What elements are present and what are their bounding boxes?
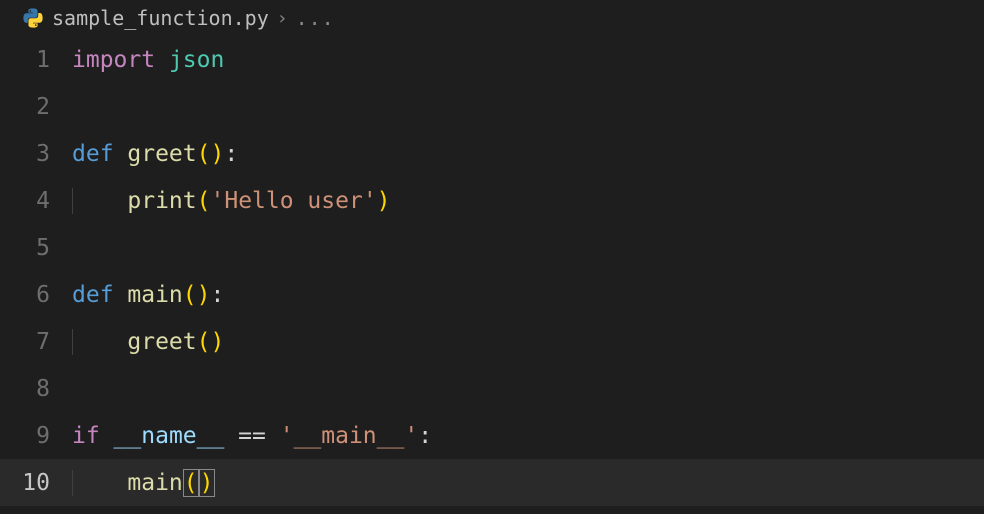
bracket-match: (: [183, 469, 199, 497]
chevron-right-icon: ›: [277, 8, 288, 29]
indent-guide: [72, 470, 73, 496]
code-content[interactable]: def main():: [72, 271, 224, 318]
code-content[interactable]: greet(): [72, 318, 224, 365]
code-content[interactable]: if __name__ == '__main__':: [72, 412, 432, 459]
code-content[interactable]: print('Hello user'): [72, 177, 391, 224]
code-content[interactable]: def greet():: [72, 130, 238, 177]
line-number: 10: [0, 470, 72, 496]
bracket-match: ): [199, 469, 215, 497]
code-line[interactable]: 5: [0, 224, 984, 271]
code-line[interactable]: 7 greet(): [0, 318, 984, 365]
code-line[interactable]: 2: [0, 83, 984, 130]
code-line[interactable]: 4 print('Hello user'): [0, 177, 984, 224]
code-line[interactable]: 8: [0, 365, 984, 412]
line-number: 2: [0, 94, 72, 120]
code-editor[interactable]: 1 import json 2 3 def greet(): 4 print('…: [0, 34, 984, 506]
python-file-icon: [22, 7, 44, 29]
breadcrumb-symbol[interactable]: ...: [296, 6, 335, 30]
code-content[interactable]: main(): [72, 459, 215, 506]
line-number: 9: [0, 423, 72, 449]
indent-guide: [72, 188, 73, 214]
code-line[interactable]: 10 main(): [0, 459, 984, 506]
line-number: 8: [0, 376, 72, 402]
code-line[interactable]: 9 if __name__ == '__main__':: [0, 412, 984, 459]
line-number: 5: [0, 235, 72, 261]
line-number: 1: [0, 47, 72, 73]
code-line[interactable]: 1 import json: [0, 36, 984, 83]
indent-guide: [72, 329, 73, 355]
line-number: 6: [0, 282, 72, 308]
breadcrumb[interactable]: sample_function.py › ...: [0, 0, 984, 34]
code-content[interactable]: import json: [72, 36, 224, 83]
line-number: 4: [0, 188, 72, 214]
line-number: 3: [0, 141, 72, 167]
code-line[interactable]: 3 def greet():: [0, 130, 984, 177]
line-number: 7: [0, 329, 72, 355]
breadcrumb-filename[interactable]: sample_function.py: [52, 6, 269, 30]
code-line[interactable]: 6 def main():: [0, 271, 984, 318]
